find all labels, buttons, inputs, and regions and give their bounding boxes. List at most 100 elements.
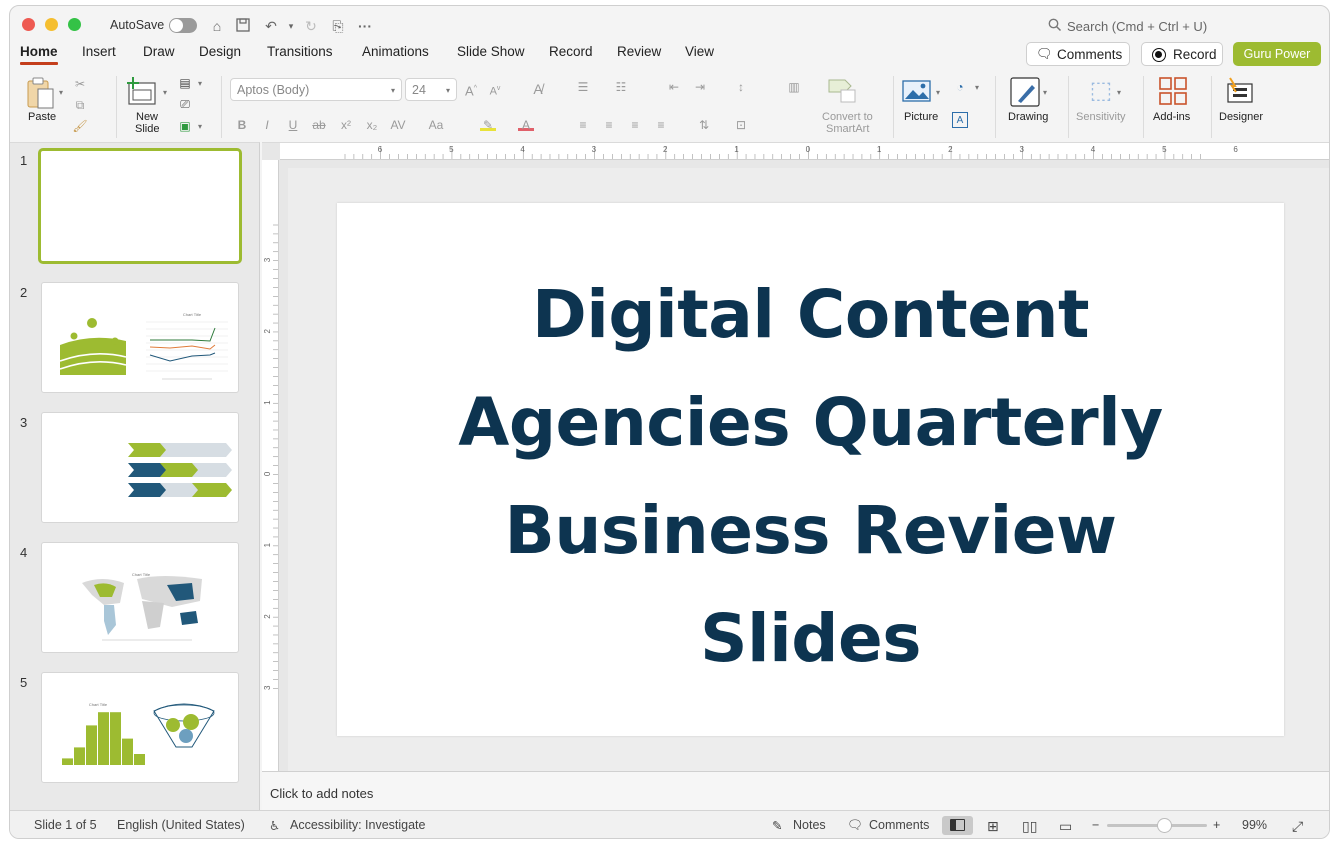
- line-spacing-icon[interactable]: ↕: [733, 79, 749, 95]
- slide-title[interactable]: Digital Content Agencies Quarterly Busines…: [337, 261, 1284, 693]
- italic-icon[interactable]: I: [259, 117, 275, 133]
- picture-dropdown-icon[interactable]: ▾: [936, 88, 940, 97]
- ruler-label: 3: [1019, 145, 1024, 154]
- tab-view[interactable]: View: [685, 44, 714, 59]
- notes-icon: ✎: [772, 819, 783, 833]
- save-icon[interactable]: [234, 17, 252, 35]
- font-name-select[interactable]: Aptos (Body) ▾: [230, 78, 402, 101]
- slide-sorter-view-icon[interactable]: ⊞: [987, 818, 999, 835]
- layout-dropdown-icon[interactable]: ▾: [198, 79, 202, 88]
- zoom-window-button[interactable]: [68, 18, 81, 31]
- more-icon[interactable]: ···: [356, 17, 374, 35]
- normal-view-button[interactable]: [942, 816, 973, 835]
- textbox-icon[interactable]: A: [952, 112, 968, 128]
- align-center-icon[interactable]: ≡: [601, 117, 617, 133]
- new-slide-icon[interactable]: [126, 76, 160, 108]
- fit-to-window-icon[interactable]: ⤢: [1292, 818, 1303, 835]
- align-text-icon[interactable]: ⊡: [733, 117, 749, 133]
- smartart-icon[interactable]: [827, 76, 857, 104]
- tab-insert[interactable]: Insert: [82, 44, 116, 59]
- highlight-icon[interactable]: ✎: [480, 117, 496, 132]
- comments-toggle-button[interactable]: Comments: [869, 818, 929, 832]
- notes-toggle-button[interactable]: Notes: [793, 818, 826, 832]
- sensitivity-dropdown-icon[interactable]: ▾: [1117, 88, 1121, 97]
- cut-icon[interactable]: ✂: [72, 76, 88, 92]
- guru-power-button[interactable]: Guru Power: [1233, 42, 1321, 66]
- tab-draw[interactable]: Draw: [143, 44, 175, 59]
- language-status[interactable]: English (United States): [117, 818, 245, 832]
- section-icon[interactable]: ▣: [177, 118, 193, 134]
- tab-design[interactable]: Design: [199, 44, 241, 59]
- new-slide-dropdown-icon[interactable]: ▾: [163, 88, 167, 97]
- bold-icon[interactable]: B: [234, 117, 250, 133]
- tab-review[interactable]: Review: [617, 44, 661, 59]
- tab-slide-show[interactable]: Slide Show: [457, 44, 525, 59]
- zoom-slider-handle[interactable]: [1156, 818, 1172, 833]
- search-input[interactable]: Search (Cmd + Ctrl + U): [1067, 19, 1207, 34]
- justify-icon[interactable]: ≡: [653, 117, 669, 133]
- align-left-icon[interactable]: ≡: [575, 117, 591, 133]
- font-size-select[interactable]: 24 ▾: [405, 78, 457, 101]
- slide-thumbnail-2[interactable]: Chart Title: [41, 282, 239, 393]
- reset-slide-icon[interactable]: ⎚: [177, 96, 193, 112]
- tab-home[interactable]: Home: [20, 44, 58, 59]
- tab-transitions[interactable]: Transitions: [267, 44, 333, 59]
- tab-record[interactable]: Record: [549, 44, 593, 59]
- section-dropdown-icon[interactable]: ▾: [198, 122, 202, 131]
- sensitivity-icon[interactable]: ⬚: [1086, 76, 1116, 106]
- zoom-level[interactable]: 99%: [1242, 818, 1267, 832]
- redo-icon[interactable]: ↻: [302, 17, 320, 35]
- zoom-slider[interactable]: [1107, 818, 1207, 833]
- decrease-font-icon[interactable]: Av: [487, 81, 503, 98]
- strikethrough-icon[interactable]: ab: [311, 117, 327, 133]
- designer-icon[interactable]: [1224, 76, 1256, 106]
- slide-show-view-icon[interactable]: ▭: [1059, 818, 1072, 835]
- layout-icon[interactable]: ▤: [177, 75, 193, 91]
- picture-icon[interactable]: [902, 78, 932, 104]
- drawing-icon[interactable]: [1009, 76, 1041, 108]
- tab-animations[interactable]: Animations: [362, 44, 429, 59]
- slide-thumbnail-3[interactable]: [41, 412, 239, 523]
- change-case-icon[interactable]: Aa: [428, 117, 444, 133]
- zoom-in-icon[interactable]: +: [1213, 818, 1220, 832]
- minimize-window-button[interactable]: [45, 18, 58, 31]
- comments-button[interactable]: 🗨 Comments: [1026, 42, 1130, 66]
- shapes-icon[interactable]: ◔: [952, 79, 968, 95]
- paste-icon[interactable]: [24, 76, 56, 110]
- reading-view-icon[interactable]: ▯▯: [1022, 818, 1037, 835]
- text-direction-icon[interactable]: ⇅: [696, 117, 712, 133]
- bullets-icon[interactable]: ☰: [575, 79, 591, 95]
- undo-dropdown-icon[interactable]: ▾: [282, 17, 300, 35]
- increase-indent-icon[interactable]: ⇥: [692, 79, 708, 95]
- align-right-icon[interactable]: ≡: [627, 117, 643, 133]
- subscript-icon[interactable]: x₂: [364, 117, 380, 133]
- character-spacing-icon[interactable]: AV: [390, 117, 406, 133]
- current-slide[interactable]: Digital Content Agencies Quarterly Busines…: [337, 203, 1284, 736]
- format-painter-icon[interactable]: 🖌: [72, 118, 88, 134]
- record-button[interactable]: Record: [1141, 42, 1223, 66]
- increase-font-icon[interactable]: A^: [463, 81, 479, 98]
- slide-thumbnail-5[interactable]: Chart Title: [41, 672, 239, 783]
- underline-icon[interactable]: U: [285, 117, 301, 133]
- undo-icon[interactable]: ↶: [262, 17, 280, 35]
- shapes-dropdown-icon[interactable]: ▾: [975, 83, 979, 92]
- font-color-icon[interactable]: A: [518, 117, 534, 132]
- columns-icon[interactable]: ▥: [786, 79, 802, 95]
- numbering-icon[interactable]: ☷: [613, 79, 629, 95]
- accessibility-status[interactable]: Accessibility: Investigate: [290, 818, 425, 832]
- autosave-toggle[interactable]: [169, 18, 197, 33]
- copy-icon[interactable]: ⧉: [72, 97, 88, 113]
- customize-icon[interactable]: ⎘: [329, 17, 347, 35]
- paste-dropdown-icon[interactable]: ▾: [59, 88, 63, 97]
- slide-thumbnail-4[interactable]: Chart Title: [41, 542, 239, 653]
- drawing-dropdown-icon[interactable]: ▾: [1043, 88, 1047, 97]
- notes-pane[interactable]: Click to add notes: [262, 771, 1329, 810]
- home-icon[interactable]: ⌂: [208, 17, 226, 35]
- clear-formatting-icon[interactable]: A̸: [530, 81, 546, 97]
- slide-thumbnail-1[interactable]: [38, 148, 242, 264]
- decrease-indent-icon[interactable]: ⇤: [666, 79, 682, 95]
- zoom-out-icon[interactable]: −: [1092, 818, 1099, 832]
- superscript-icon[interactable]: x²: [338, 117, 354, 133]
- close-window-button[interactable]: [22, 18, 35, 31]
- add-ins-icon[interactable]: [1158, 76, 1188, 106]
